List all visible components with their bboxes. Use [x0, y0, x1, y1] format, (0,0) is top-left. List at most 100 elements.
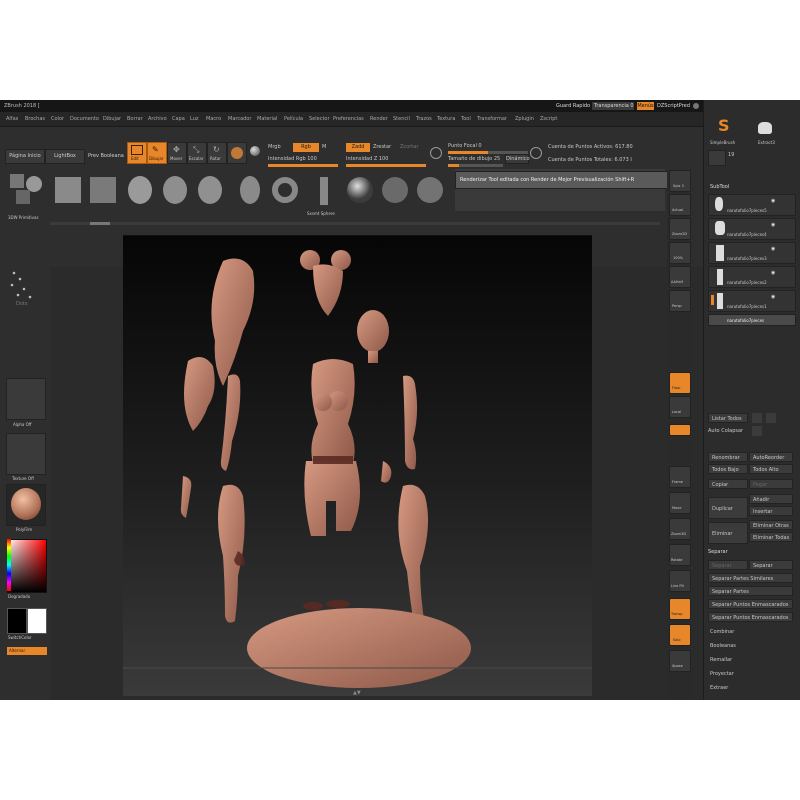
delete-other-button[interactable]: Eliminar Otras — [749, 520, 793, 530]
split-masked-button[interactable]: Separar Puntos Enmascarados — [708, 612, 793, 622]
frame-button[interactable]: Frame — [669, 466, 691, 488]
aahalf-button[interactable]: AAHalf — [669, 266, 691, 288]
visibility-eye-icon[interactable]: ◉ — [771, 294, 775, 300]
menu-movie[interactable]: Película — [284, 116, 303, 122]
project-section[interactable]: Proyectar — [710, 671, 734, 677]
help-icon[interactable] — [693, 103, 699, 109]
main-color-swatch[interactable] — [27, 608, 47, 634]
menu-marker[interactable]: Marcador — [228, 116, 251, 122]
all-low-button[interactable]: Todos Bajo — [708, 464, 748, 474]
menu-picker[interactable]: Selector — [309, 116, 330, 122]
tool-thumb[interactable] — [708, 150, 726, 166]
canvas-viewport[interactable]: ▲▼ — [123, 235, 592, 696]
transparency-toggle[interactable]: Transparencia 0 — [592, 102, 634, 110]
extract-section[interactable]: Extraer — [710, 685, 728, 691]
color-sphere-icon[interactable] — [250, 146, 260, 156]
duplicate-button[interactable]: Duplicar — [708, 497, 748, 519]
copy-button[interactable]: Copiar — [708, 479, 748, 489]
menu-tool[interactable]: Tool — [461, 116, 471, 122]
material-slot[interactable] — [6, 484, 46, 526]
dynamic-button[interactable]: Dinámico — [505, 154, 530, 164]
menus-button[interactable]: Menús — [637, 102, 654, 110]
insert-button[interactable]: Insertar — [749, 506, 793, 516]
move-up-icon[interactable] — [752, 413, 762, 423]
split-similar-button[interactable]: Separar Partes Similares — [708, 573, 793, 583]
visibility-eye-icon[interactable]: ◉ — [771, 246, 775, 252]
menu-draw[interactable]: Dibujar — [103, 116, 121, 122]
collapse-icon[interactable] — [752, 426, 762, 436]
rgb-toggle[interactable]: Rgb — [293, 143, 319, 152]
active-subtool-row[interactable]: narutofolio7pieces — [708, 314, 796, 326]
solo-button[interactable]: Solo — [669, 624, 691, 646]
menu-zscript[interactable]: Zscript — [540, 116, 557, 122]
split-hidden-button[interactable]: Separar Ocultos — [708, 560, 748, 579]
rotate-button[interactable]: ↻ Rotar — [207, 142, 227, 164]
menu-transform[interactable]: Transformar — [477, 116, 507, 122]
floor-button[interactable]: Floor — [669, 372, 691, 394]
boolean-section[interactable]: Booleanas — [710, 643, 736, 649]
draw-size-slider[interactable] — [448, 164, 503, 167]
remesh-section[interactable]: Remallar — [710, 657, 732, 663]
subtool-row[interactable]: narutofolio7pieces1 ◉ — [708, 290, 796, 312]
alternate-button[interactable]: Alternar — [7, 647, 47, 655]
draw-button[interactable]: ✎ Dibujar — [147, 142, 167, 164]
menu-render[interactable]: Render — [370, 116, 388, 122]
move-view-button[interactable]: Move — [669, 492, 691, 514]
menu-layer[interactable]: Capa — [172, 116, 185, 122]
spix-button[interactable]: Spix 3 — [669, 170, 691, 192]
default-zscript-button[interactable]: DZScriptPred — [657, 102, 690, 110]
menu-color[interactable]: Color — [51, 116, 64, 122]
alpha-slot[interactable] — [6, 378, 46, 420]
transp-button[interactable]: Transp — [669, 598, 691, 620]
split-title[interactable]: Separar — [708, 549, 728, 555]
subtool-row[interactable]: narutofolio7pieces5 ◉ — [708, 194, 796, 216]
split-unmasked-button[interactable]: Separar Puntos Enmascarados — [708, 599, 793, 609]
append-button[interactable]: Añadir — [749, 494, 793, 504]
menu-light[interactable]: Luz — [190, 116, 199, 122]
primitives-strip-icon[interactable] — [50, 169, 455, 211]
actual-button[interactable]: Actual — [669, 194, 691, 216]
focal-icon[interactable] — [430, 147, 442, 159]
visibility-eye-icon[interactable]: ◉ — [771, 222, 775, 228]
list-all-button[interactable]: Listar Todos — [708, 413, 748, 423]
subtool-row[interactable]: narutofolio7pieces3 ◉ — [708, 242, 796, 264]
subtool-title[interactable]: SubTool — [710, 184, 729, 190]
menu-zplugin[interactable]: Zplugin — [515, 116, 534, 122]
subtool-row[interactable]: narutofolio7pieces4 ◉ — [708, 218, 796, 240]
zsub-toggle[interactable]: Zrestar — [373, 144, 391, 150]
menu-edit[interactable]: Borrar — [127, 116, 143, 122]
rgb-intensity-slider[interactable] — [268, 164, 338, 167]
rotate-view-button[interactable]: Rotate — [669, 544, 691, 566]
delete-button[interactable]: Eliminar — [708, 522, 748, 544]
move-down-icon[interactable] — [766, 413, 776, 423]
autoreorder-button[interactable]: AutoReorder — [749, 452, 793, 462]
switch-color-label[interactable]: SwitchColor — [8, 635, 32, 640]
menu-macro[interactable]: Macro — [206, 116, 221, 122]
menu-material[interactable]: Material — [257, 116, 277, 122]
merge-section[interactable]: Combinar — [710, 629, 734, 635]
scale-button[interactable]: ⤡ Escalar — [187, 142, 207, 164]
split-groups-button[interactable]: Separar Grupos — [749, 560, 793, 579]
menu-stroke[interactable]: Trazos — [416, 116, 432, 122]
hue-strip[interactable] — [7, 539, 11, 591]
dynamic-icon[interactable] — [530, 147, 542, 159]
persp-button[interactable]: Persp — [669, 290, 691, 312]
split-parts-button[interactable]: Separar Partes — [708, 586, 793, 596]
menu-preferences[interactable]: Preferencias — [333, 116, 364, 122]
color-picker[interactable] — [7, 539, 47, 593]
extract-tool[interactable] — [756, 120, 776, 138]
menu-texture[interactable]: Textura — [437, 116, 455, 122]
live-boolean-button[interactable]: Prev Booleana — [88, 153, 124, 159]
menu-file[interactable]: Archivo — [148, 116, 167, 122]
zoom2d-button[interactable]: Zoom2D — [669, 218, 691, 240]
mrgb-toggle[interactable]: Mrgb — [268, 144, 281, 150]
move-button[interactable]: ✥ Mover — [167, 142, 187, 164]
material-sphere-button[interactable] — [227, 142, 247, 164]
percent-button[interactable]: 100% — [669, 242, 691, 264]
delete-all-button[interactable]: Eliminar Todas — [749, 532, 793, 542]
lightbox-button[interactable]: LightBox — [45, 149, 85, 164]
zoom3d-button[interactable]: Zoom3D — [669, 518, 691, 540]
zadd-toggle[interactable]: Zadd — [346, 143, 370, 152]
rename-button[interactable]: Renombrar — [708, 452, 748, 462]
visibility-eye-icon[interactable]: ◉ — [771, 198, 775, 204]
